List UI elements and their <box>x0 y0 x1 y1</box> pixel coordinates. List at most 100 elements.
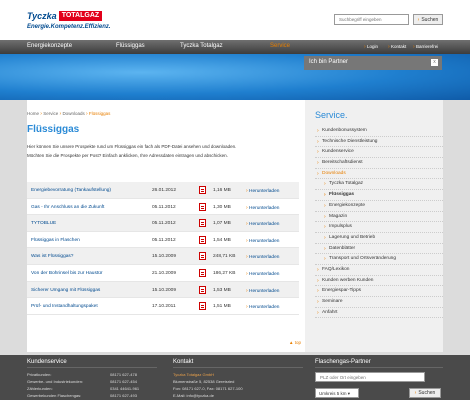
file-size: 1,07 MB <box>213 221 231 227</box>
file-size: 1,16 MB <box>213 188 231 193</box>
brochure-link[interactable]: Energiebevorratung (Tankaufstellung) <box>31 188 111 193</box>
download-link-label: Herunterladen <box>249 288 280 294</box>
download-link-label: Herunterladen <box>249 305 280 311</box>
sidebar-item-anfahrt[interactable]: Anfahrt <box>315 308 443 319</box>
sidebar-subitem-magazin[interactable]: Magazin <box>315 212 443 223</box>
brochure-link[interactable]: Sicherer Umgang mit Flüssiggas <box>31 288 100 293</box>
sidebar-subitem-energiekonzepte[interactable]: Energiekonzepte <box>315 201 443 212</box>
sidebar-item-bereitschaftsdienst[interactable]: Bereitschaftsdienst <box>315 158 443 169</box>
download-link[interactable]: › Herunterladen <box>246 271 279 277</box>
plz-input[interactable] <box>315 372 425 382</box>
footer-kontakt-title: Kontakt <box>173 359 194 365</box>
sidebar-item-downloads[interactable]: Downloads <box>315 169 443 180</box>
table-row: Gas - Ihr Anschluss an die Zukunft 05.11.… <box>27 199 299 216</box>
table-row: Energiebevorratung (Tankaufstellung) 26.0… <box>27 182 299 199</box>
sidebar-item-kundenservice[interactable]: Kundenservice <box>315 147 443 159</box>
sidebar-item-kundenbonussystem[interactable]: Kundenbonussystem <box>315 126 443 137</box>
sidebar-item-seminare[interactable]: Seminare <box>315 297 443 308</box>
download-link[interactable]: › Herunterladen <box>246 288 279 294</box>
radius-select[interactable]: Umkreis 5 km ▾ <box>315 388 359 398</box>
breadcrumb: Home › Service › Downloads › Flüssiggas <box>27 111 110 117</box>
tagline: Energie.Kompetenz.Effizienz. <box>27 24 111 30</box>
download-link[interactable]: › Herunterladen <box>246 205 279 211</box>
file-size: 1,51 MB <box>213 304 231 310</box>
pdf-icon <box>199 285 206 294</box>
pdf-icon <box>199 252 206 261</box>
intro-text: Hier können Sie unsere Prospekte rund um… <box>27 142 299 160</box>
breadcrumb-home[interactable]: Home <box>27 111 39 116</box>
sidebar-subitem-lagerung[interactable]: Lagerung und Betrieb <box>315 233 443 244</box>
table-row: Flüssiggas in Flaschen 05.11.2012 1,54 MB ›… <box>27 232 299 249</box>
brochure-date: 17.10.2011 <box>152 304 176 310</box>
search-button-label: Suchen <box>421 16 439 23</box>
brochure-link[interactable]: Was ist Flüssiggas? <box>31 254 73 259</box>
brochure-link[interactable]: TYTOBLUE <box>31 221 56 226</box>
arrow-icon: › <box>246 204 248 211</box>
back-to-top-link[interactable]: ▲ top <box>289 340 301 345</box>
search-input[interactable] <box>334 14 409 25</box>
nav-energiekonzepte[interactable]: Energiekonzepte <box>27 43 72 49</box>
table-row: Prüf- und Instandhaltungspaket 17.10.2011… <box>27 298 299 315</box>
download-link[interactable]: › Herunterladen <box>246 221 279 227</box>
service-label: Privatkunden: <box>27 372 52 377</box>
meta-barrierefrei[interactable]: › Barrierefrei <box>413 44 438 50</box>
arrow-icon: › <box>364 44 366 50</box>
company-address: Blumenstraße 5, 82538 Geretsried <box>173 379 235 384</box>
top-link-label: top <box>294 340 301 345</box>
breadcrumb-service[interactable]: Service <box>43 111 58 116</box>
pdf-icon <box>199 235 206 244</box>
download-link[interactable]: › Herunterladen <box>246 238 279 244</box>
download-link-label: Herunterladen <box>249 255 280 261</box>
nav-tyczka-totalgaz[interactable]: Tyczka Totalgaz <box>180 43 223 49</box>
sidebar-subitem-transport[interactable]: Transport und Ortsveränderung <box>315 254 443 265</box>
meta-barrierefrei-label: Barrierefrei <box>415 44 439 49</box>
download-link-label: Herunterladen <box>249 238 280 244</box>
download-link-label: Herunterladen <box>249 205 280 211</box>
nav-fluessiggas[interactable]: Flüssiggas <box>116 43 145 49</box>
header: Tyczka TOTALGAZ Energie.Kompetenz.Effizi… <box>0 0 470 40</box>
service-label: Gewerbe- und Industriekunden: <box>27 379 84 384</box>
meta-login[interactable]: › Login <box>364 44 378 50</box>
partner-box[interactable]: Ich bin Partner x <box>304 56 442 70</box>
sidebar-item-kunden-werben[interactable]: Kunden werben Kunden <box>315 276 443 287</box>
table-row: Sicherer Umgang mit Flüssiggas 15.10.2009… <box>27 281 299 299</box>
sidebar-subitem-tyczka-totalgaz[interactable]: Tyczka Totalgaz <box>315 179 443 191</box>
brochure-link[interactable]: Gas - Ihr Anschluss an die Zukunft <box>31 205 104 210</box>
sidebar-item-faq[interactable]: FAQ/Lexikon <box>315 265 443 276</box>
partner-search-button[interactable]: › Suchen <box>409 388 441 398</box>
download-link[interactable]: › Herunterladen <box>246 304 279 310</box>
sidebar-subitem-fluessiggas[interactable]: Flüssiggas <box>315 190 443 201</box>
breadcrumb-downloads[interactable]: Downloads <box>62 111 84 116</box>
sidebar-subitem-datenblaetter[interactable]: Datenblätter <box>315 244 443 255</box>
search-button[interactable]: › Suchen <box>413 14 443 25</box>
download-link-label: Herunterladen <box>249 271 280 277</box>
close-icon[interactable]: x <box>431 59 438 66</box>
arrow-up-icon: ▲ <box>289 340 294 345</box>
sidebar-item-technische-dienstleistung[interactable]: Technische Dienstleistung <box>315 137 443 148</box>
logo[interactable]: Tyczka TOTALGAZ <box>27 11 103 21</box>
arrow-icon: › <box>417 16 420 23</box>
meta-login-label: Login <box>366 44 378 49</box>
file-size: 1,53 MB <box>213 287 231 293</box>
brochure-date: 15.10.2009 <box>152 287 177 293</box>
service-phone: 08171 627-493 <box>110 393 137 398</box>
download-link[interactable]: › Herunterladen <box>246 254 279 260</box>
sidebar-subitem-impulsplus[interactable]: Impulsplus <box>315 222 443 233</box>
file-size: 248,71 KB <box>213 254 236 260</box>
sidebar-item-energiespar-tipps[interactable]: Energiespar-Tipps <box>315 286 443 297</box>
service-phone: 08171 627-478 <box>110 372 137 377</box>
intro-paragraph: Möchten Sie die Prospekte per Post? Einf… <box>27 153 228 158</box>
company-email[interactable]: E-Mail: info@tyczka.de <box>173 393 214 398</box>
arrow-icon: › <box>246 221 248 228</box>
brochure-date: 21.10.2009 <box>152 270 177 276</box>
brochure-link[interactable]: Flüssiggas in Flaschen <box>31 238 80 243</box>
arrow-icon: › <box>246 287 248 294</box>
brochure-link[interactable]: Prüf- und Instandhaltungspaket <box>31 304 98 309</box>
meta-kontakt[interactable]: › Kontakt <box>388 44 406 50</box>
brochure-link[interactable]: Von der Bohrinsel bis zur Haustür <box>31 271 102 276</box>
download-link[interactable]: › Herunterladen <box>246 188 279 194</box>
service-label: Gewerbekunden Flaschengas: <box>27 393 82 398</box>
main-nav: Energiekonzepte Flüssiggas Tyczka Totalg… <box>0 40 470 54</box>
brochure-date: 05.11.2012 <box>152 204 176 210</box>
nav-service[interactable]: Service <box>270 43 290 49</box>
